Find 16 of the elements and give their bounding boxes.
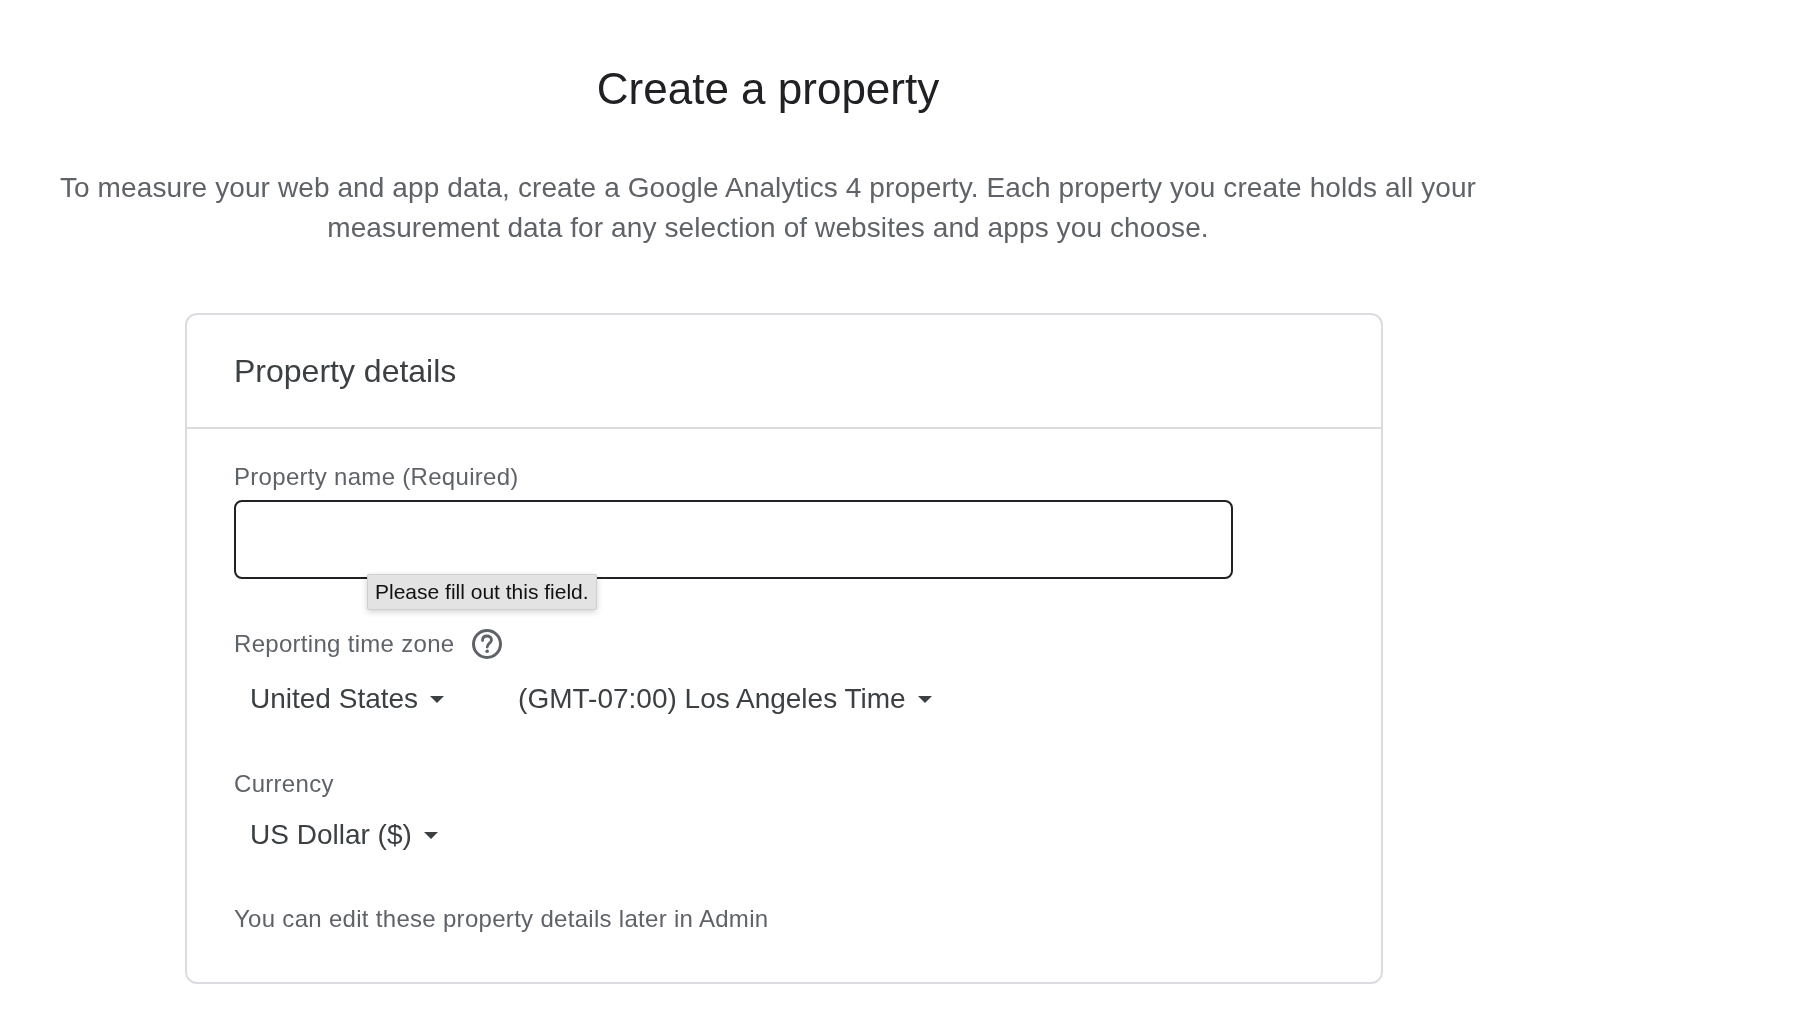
field-label: Property name (Required) xyxy=(234,462,519,492)
time-zone-dropdown[interactable]: United States xyxy=(234,675,461,723)
card-title: Property details xyxy=(234,352,457,391)
caret-icon xyxy=(423,831,438,839)
hint-text: You can edit these property details later in Admin xyxy=(234,904,769,934)
help-icon[interactable] xyxy=(472,629,503,659)
field-label: Currency xyxy=(234,769,334,799)
caret-icon xyxy=(917,695,932,703)
field-label: Reporting time zone xyxy=(234,629,455,659)
page-description: To measure your web and app data, create a Google Analytics 4 property. Each property you create holds all your measurement data for any selection of websites and apps you choose. xyxy=(58,171,1478,245)
caret-icon xyxy=(430,695,445,703)
input-field[interactable] xyxy=(234,500,1233,579)
currency-dropdown[interactable]: US Dollar ($) xyxy=(234,811,454,859)
validation-tooltip: Please fill out this field. xyxy=(367,574,597,610)
page-title: Create a property xyxy=(596,63,940,115)
time-zone-dropdown[interactable]: (GMT-07:00) Los Angeles Time xyxy=(502,675,948,723)
